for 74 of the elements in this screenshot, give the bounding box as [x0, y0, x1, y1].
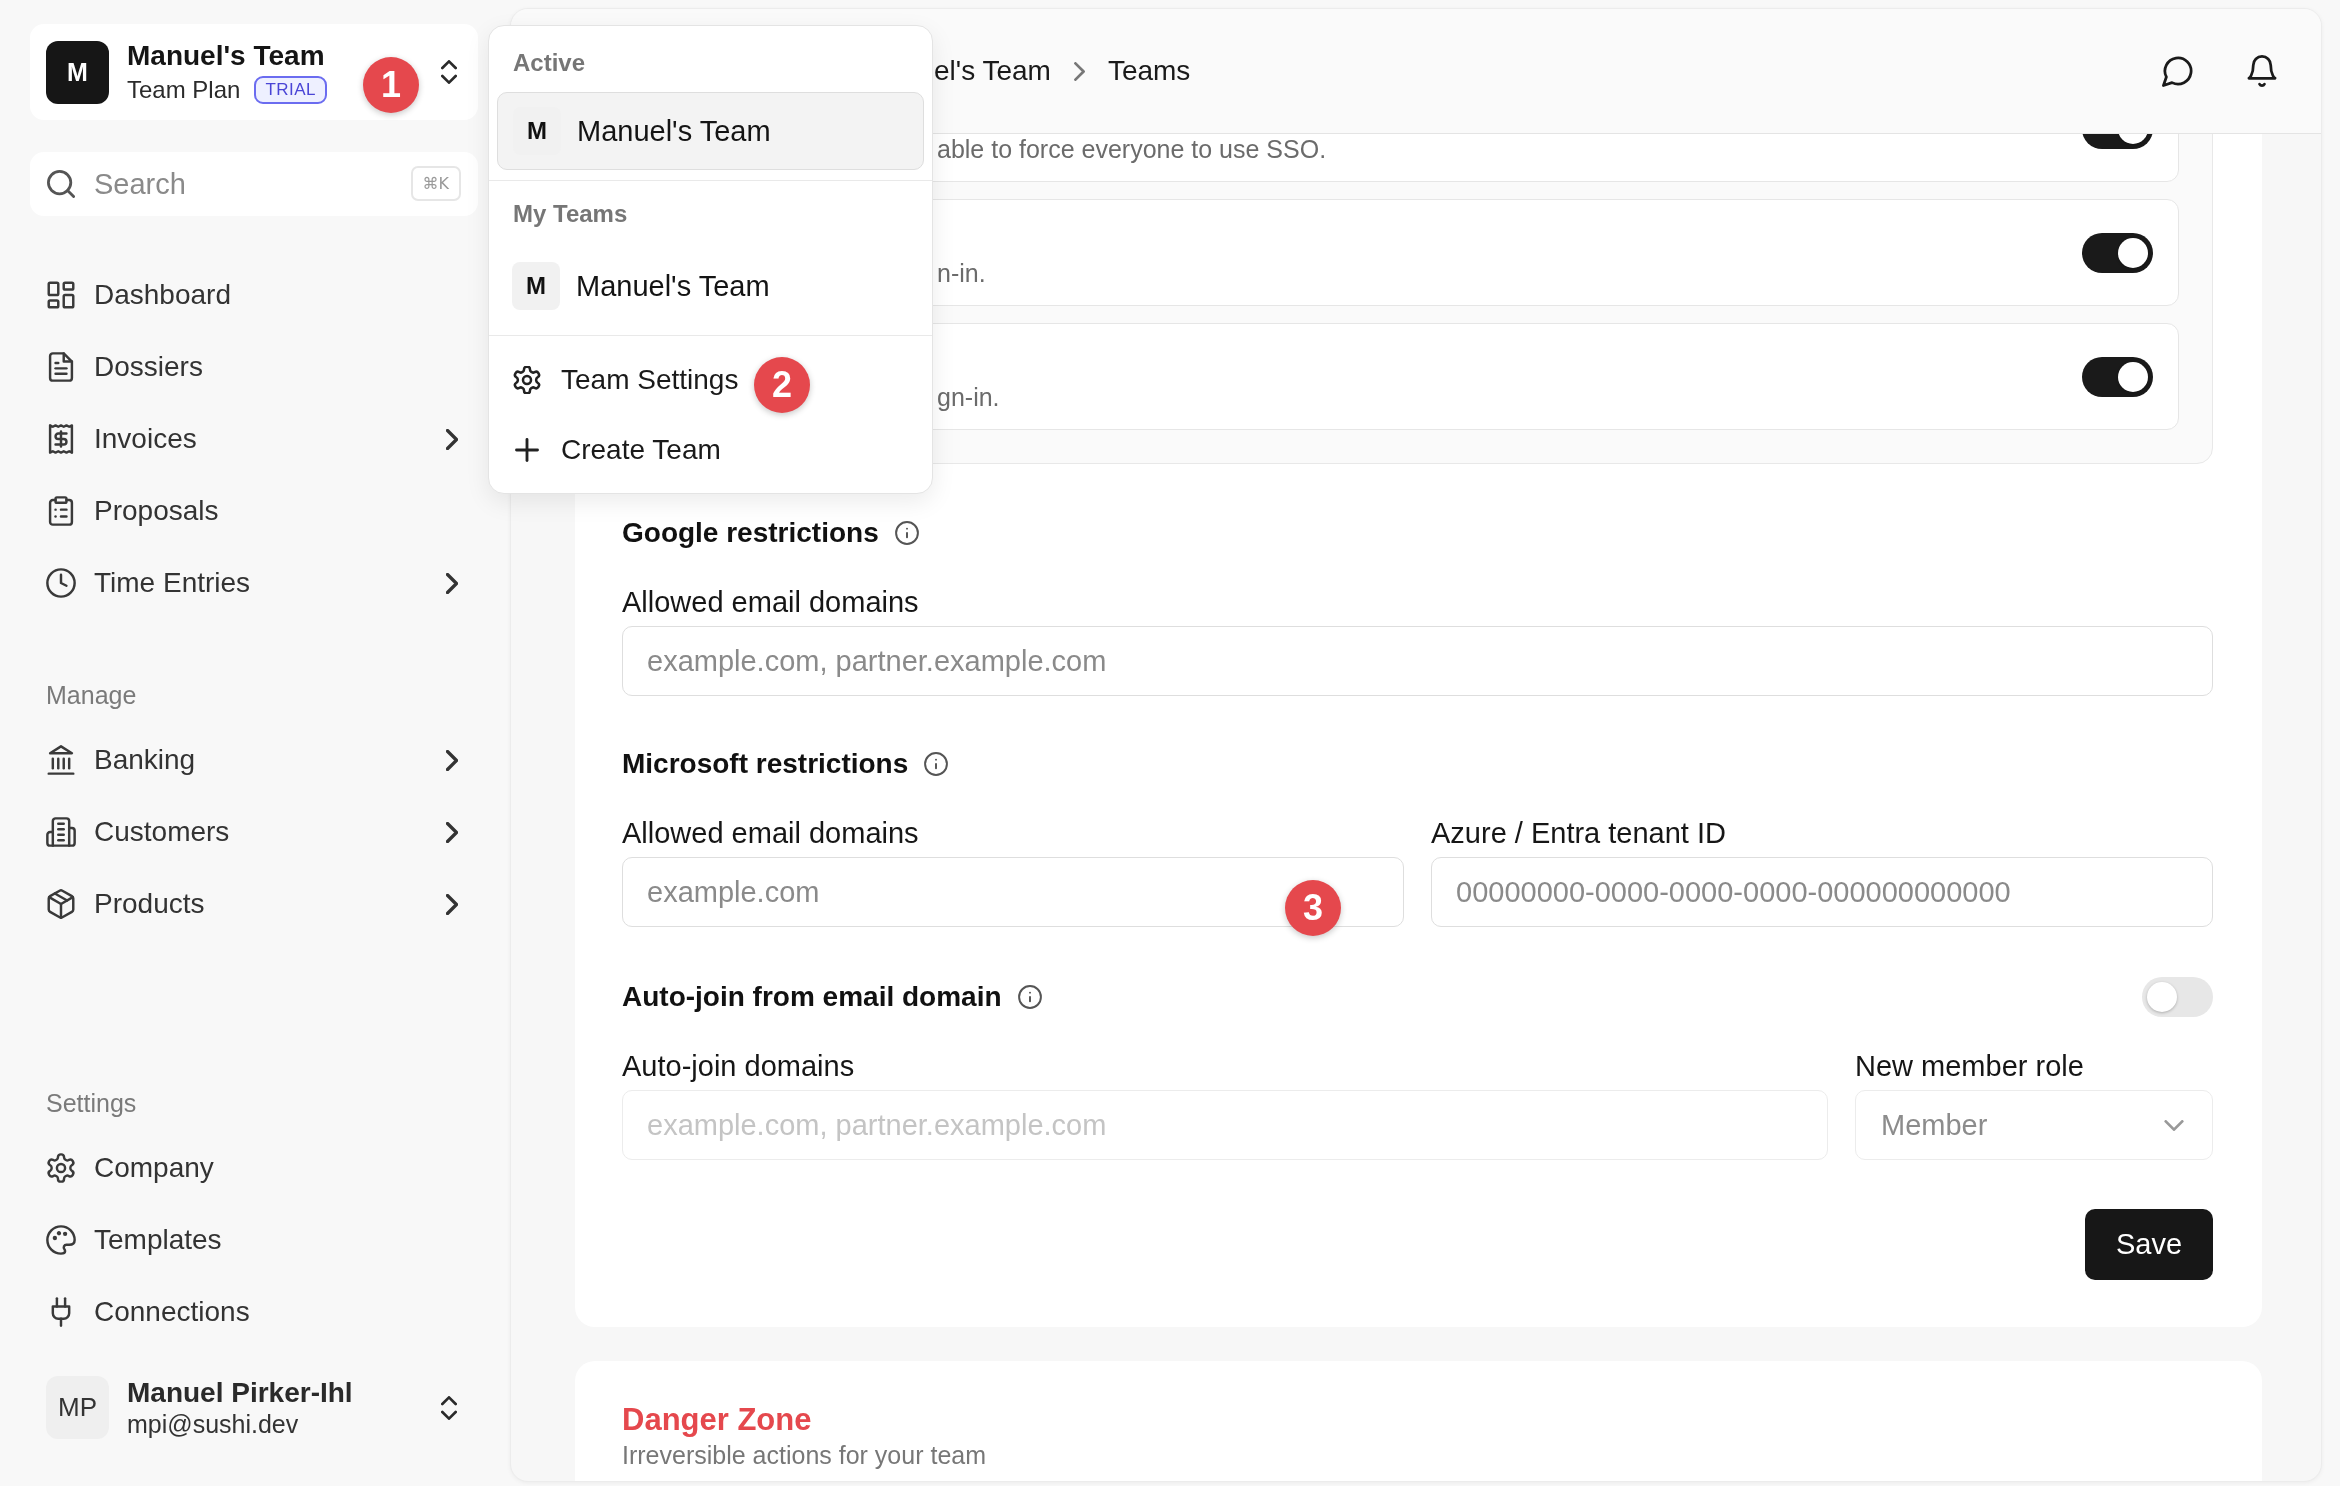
- toggle-switch[interactable]: [2082, 232, 2153, 273]
- section-title: Google restrictions: [622, 517, 879, 549]
- team-avatar: M: [46, 40, 109, 104]
- building-icon: [46, 817, 76, 847]
- section-title: Auto-join from email domain: [622, 981, 1002, 1013]
- field-label: Allowed email domains: [622, 585, 920, 620]
- chevron-updown-icon: [441, 1395, 457, 1420]
- nav-item[interactable]: Connections: [30, 1276, 478, 1348]
- menu-section-label: My Teams: [512, 199, 629, 229]
- settings-icon: [46, 1153, 76, 1183]
- team-avatar: M: [512, 262, 560, 310]
- shortcut-hint: ⌘K: [410, 166, 461, 201]
- nav-item[interactable]: Dashboard: [30, 259, 478, 331]
- field-label: New member role: [1855, 1049, 2085, 1084]
- step-marker: 2: [754, 357, 810, 413]
- toggle-switch[interactable]: [2082, 356, 2153, 397]
- team-option[interactable]: M Manuel's Team: [497, 247, 924, 325]
- plan-name: Team Plan: [127, 75, 241, 105]
- bank-icon: [46, 745, 76, 775]
- nav-item[interactable]: Proposals: [30, 475, 478, 547]
- menu-section-label: Active: [512, 48, 587, 78]
- team-name: Manuel's Team: [576, 269, 770, 303]
- option-description: able to force everyone to use SSO.: [937, 134, 1328, 165]
- info-icon: [894, 521, 919, 545]
- nav-item[interactable]: Time Entries: [30, 547, 478, 619]
- breadcrumb-link[interactable]: el's Team: [934, 55, 1051, 87]
- search-icon: [47, 170, 75, 198]
- document-icon: [46, 352, 76, 382]
- nav-section-label: Settings: [45, 1088, 138, 1119]
- nav-section-label: Manage: [45, 680, 138, 711]
- package-icon: [46, 889, 76, 919]
- team-name: Manuel's Team: [577, 114, 771, 148]
- nav-item[interactable]: Banking: [30, 724, 478, 796]
- nav-item[interactable]: Customers: [30, 796, 478, 868]
- user-name: Manuel Pirker-Ihl: [127, 1375, 354, 1409]
- field-label: Allowed email domains: [622, 816, 920, 851]
- user-avatar: MP: [46, 1376, 109, 1439]
- team-name: Manuel's Team: [127, 39, 326, 73]
- section-title: Microsoft restrictions: [622, 748, 909, 780]
- bell-icon[interactable]: [2246, 55, 2278, 87]
- user-menu[interactable]: MP Manuel Pirker-Ihl mpi@sushi.dev: [30, 1376, 478, 1439]
- clock-icon: [46, 568, 76, 598]
- chevron-down-icon: [2164, 1119, 2184, 1131]
- info-icon: [924, 752, 949, 776]
- field-label: Azure / Entra tenant ID: [1431, 816, 1727, 851]
- field-label: Auto-join domains: [622, 1049, 856, 1084]
- section-title: Danger Zone: [622, 1401, 813, 1439]
- plan-badge: TRIAL: [254, 76, 328, 104]
- breadcrumb-current: Teams: [1107, 55, 1191, 87]
- clipboard-icon: [46, 496, 76, 526]
- settings-icon: [513, 366, 541, 394]
- save-button[interactable]: Save: [2085, 1209, 2213, 1280]
- receipt-icon: [46, 424, 76, 454]
- chevron-updown-icon: [441, 60, 457, 84]
- team-option[interactable]: M Manuel's Team: [497, 92, 924, 170]
- info-icon: [1017, 985, 1042, 1009]
- toggle-switch[interactable]: [2142, 977, 2213, 1017]
- input-field[interactable]: example.com, partner.example.com: [622, 626, 2213, 696]
- plus-icon: [515, 438, 539, 462]
- chevron-right-icon: [1073, 61, 1085, 81]
- nav-item[interactable]: Templates: [30, 1204, 478, 1276]
- nav-item[interactable]: Company: [30, 1132, 478, 1204]
- nav-item[interactable]: Invoices: [30, 403, 478, 475]
- input-field[interactable]: 00000000-0000-0000-0000-000000000000: [1431, 857, 2213, 927]
- nav-item[interactable]: Products: [30, 868, 478, 940]
- palette-icon: [46, 1225, 76, 1255]
- chat-icon[interactable]: [2162, 55, 2194, 87]
- menu-item[interactable]: Create Team: [497, 415, 924, 485]
- section-description: Irreversible actions for your team: [622, 1441, 988, 1469]
- option-description: gn-in.: [937, 382, 1001, 413]
- layout-grid-icon: [46, 280, 76, 310]
- nav-item[interactable]: Dossiers: [30, 331, 478, 403]
- option-description: n-in.: [937, 258, 987, 289]
- user-email: mpi@sushi.dev: [127, 1408, 300, 1440]
